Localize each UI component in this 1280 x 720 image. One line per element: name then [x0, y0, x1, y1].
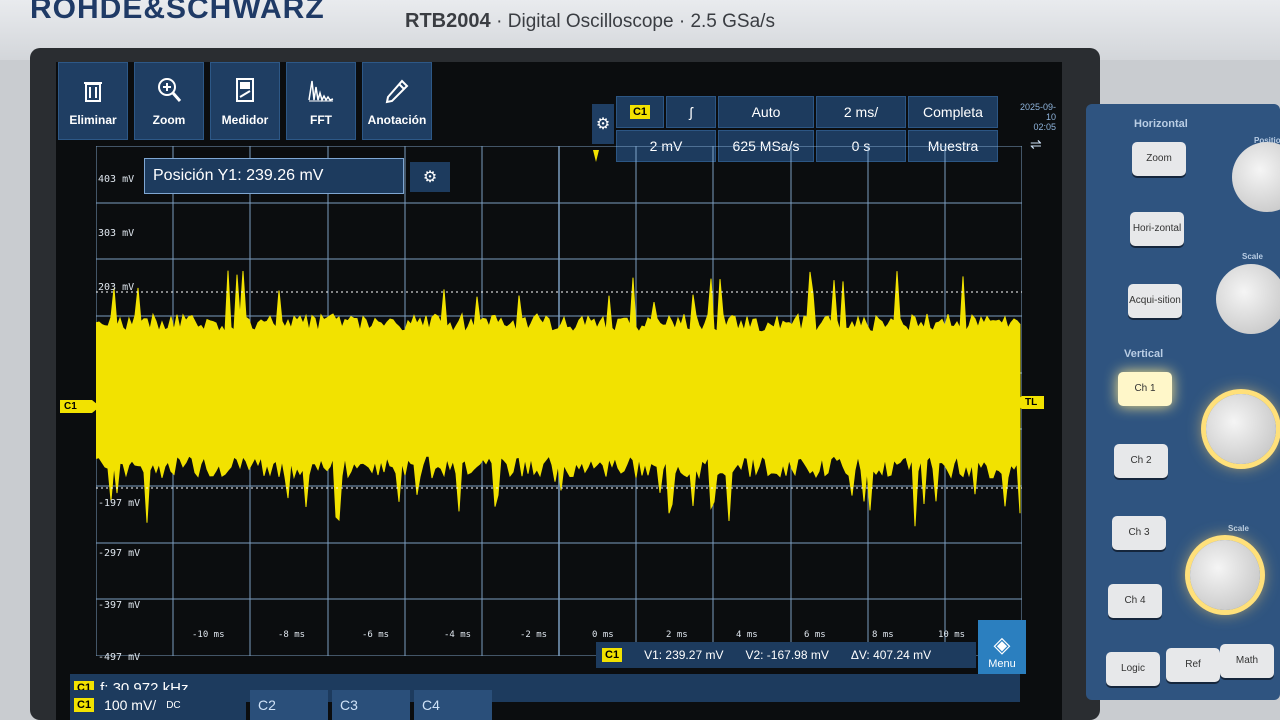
settings-gear-icon[interactable]: ⚙ [592, 104, 614, 144]
anotacion-label: Anotación [367, 113, 427, 127]
measurement-v1: V1: 239.27 mV [644, 648, 724, 662]
usb-icon: ⇌ [1030, 136, 1042, 152]
time-label-6: 6 ms [804, 630, 826, 640]
medidor-label: Medidor [221, 113, 269, 127]
measurement-v2: V2: -167.98 mV [745, 648, 829, 662]
c1-coupling: DC [166, 699, 181, 711]
time-label-4: 4 ms [736, 630, 758, 640]
pencil-icon [385, 79, 409, 104]
volt-label-203: 203 mV [98, 282, 135, 293]
volt-label-403: 403 mV [98, 174, 135, 185]
waveform-grid[interactable] [96, 146, 1022, 656]
c1-scale: 100 mV/ [104, 697, 157, 713]
measurement-channel: C1 [602, 648, 623, 662]
brand-logo: ROHDE&SCHWARZ [30, 0, 325, 25]
horizontal-scale-knob[interactable] [1216, 264, 1280, 334]
zoom-panel-button[interactable]: Zoom [1132, 142, 1186, 176]
trash-icon [84, 82, 102, 102]
datetime: 2025-09-10 02:05 [1016, 102, 1056, 132]
fft-button[interactable]: FFT [286, 62, 356, 140]
date-label: 2025-09-10 [1019, 102, 1056, 122]
medidor-button[interactable]: Medidor [210, 62, 280, 140]
time-label-10: 10 ms [938, 630, 966, 640]
volt-label-303: 303 mV [98, 228, 135, 239]
vertical-scale-label: Scale [1228, 524, 1249, 533]
time-label-neg2: -2 ms [520, 630, 548, 640]
model-subtitle: · Digital Oscilloscope · 2.5 GSa/s [496, 11, 775, 32]
channel-c2-tab[interactable]: C2 [250, 690, 328, 720]
meter-icon [236, 78, 254, 102]
rising-edge-icon: ʃ [689, 104, 693, 120]
acquisition-panel-button[interactable]: Acqui-sition [1128, 284, 1182, 318]
zoom-label: Zoom [152, 113, 186, 127]
c1-offset-marker[interactable]: C1 [60, 400, 100, 413]
cursor-position-popup[interactable]: Posición Y1: 239.26 mV [144, 158, 404, 194]
channel-bar: C1 100 mV/ DC C2 C3 C4 [70, 690, 492, 720]
ch2-button[interactable]: Ch 2 [1114, 444, 1168, 478]
horizontal-panel-button[interactable]: Hori-zontal [1130, 212, 1184, 246]
trigger-slope[interactable]: ʃ [666, 96, 716, 128]
horizontal-title: Horizontal [1134, 118, 1188, 130]
fft-icon [308, 80, 334, 103]
menu-button[interactable]: ◈ Menu [978, 620, 1026, 674]
time-label: 02:05 [1033, 122, 1056, 132]
popup-gear-icon[interactable]: ⚙ [410, 162, 450, 192]
time-label-neg6: -6 ms [362, 630, 390, 640]
eliminar-label: Eliminar [69, 113, 117, 127]
toolbar: Eliminar Zoom Medidor FFT Anotación [56, 62, 432, 142]
trigger-mode[interactable]: Auto [718, 96, 814, 128]
volt-label-neg197: -197 mV [98, 498, 141, 509]
menu-diamond-icon: ◈ [993, 632, 1011, 657]
vertical-scale-knob[interactable] [1190, 540, 1260, 610]
trigger-source[interactable]: C1 [616, 96, 664, 128]
measurement-dv: ΔV: 407.24 mV [850, 648, 932, 662]
time-label-neg10: -10 ms [192, 630, 225, 640]
ch3-button[interactable]: Ch 3 [1112, 516, 1166, 550]
time-scale[interactable]: 2 ms/ [816, 96, 906, 128]
time-label-neg8: -8 ms [278, 630, 306, 640]
zoom-button[interactable]: Zoom [134, 62, 204, 140]
vertical-position-knob[interactable] [1206, 394, 1276, 464]
ch1-button[interactable]: Ch 1 [1118, 372, 1172, 406]
channel-c1-tab[interactable]: C1 100 mV/ DC [70, 690, 246, 720]
eliminar-button[interactable]: Eliminar [58, 62, 128, 140]
trigger-level-marker[interactable]: TL [1016, 396, 1044, 409]
horizontal-scale-label: Scale [1242, 252, 1263, 261]
zoom-icon [158, 78, 182, 102]
control-panel: Horizontal Position Zoom Hori-zontal Acq… [1086, 104, 1280, 700]
menu-label: Menu [988, 658, 1016, 670]
time-label-2: 2 ms [666, 630, 688, 640]
grid-svg [96, 146, 1022, 656]
time-label-0: 0 ms [592, 630, 614, 640]
c1-tag: C1 [74, 698, 95, 712]
horizontal-position-knob[interactable] [1232, 142, 1280, 212]
vertical-title: Vertical [1124, 348, 1164, 360]
time-label-neg4: -4 ms [444, 630, 472, 640]
model-name: RTB2004 [405, 10, 491, 32]
math-button[interactable]: Math [1220, 644, 1274, 678]
logic-button[interactable]: Logic [1106, 652, 1160, 686]
trigger-source-tag: C1 [629, 105, 651, 119]
volt-label-neg297: -297 mV [98, 548, 141, 559]
acquisition-status[interactable]: Completa [908, 96, 998, 128]
volt-label-neg497: -497 mV [98, 652, 141, 663]
ch4-button[interactable]: Ch 4 [1108, 584, 1162, 618]
volt-label-neg397: -397 mV [98, 600, 141, 611]
time-label-8: 8 ms [872, 630, 894, 640]
model-label: RTB2004 · Digital Oscilloscope · 2.5 GSa… [405, 10, 775, 33]
cursor-measurement-bar[interactable]: C1 V1: 239.27 mV V2: -167.98 mV ΔV: 407.… [596, 642, 976, 668]
oscilloscope-screen: Eliminar Zoom Medidor FFT Anotación ⚙ C1… [56, 62, 1062, 720]
trigger-position-marker[interactable] [593, 150, 599, 162]
channel-c4-tab[interactable]: C4 [414, 690, 492, 720]
anotacion-button[interactable]: Anotación [362, 62, 432, 140]
ref-button[interactable]: Ref [1166, 648, 1220, 682]
fft-label: FFT [310, 113, 332, 127]
channel-c3-tab[interactable]: C3 [332, 690, 410, 720]
